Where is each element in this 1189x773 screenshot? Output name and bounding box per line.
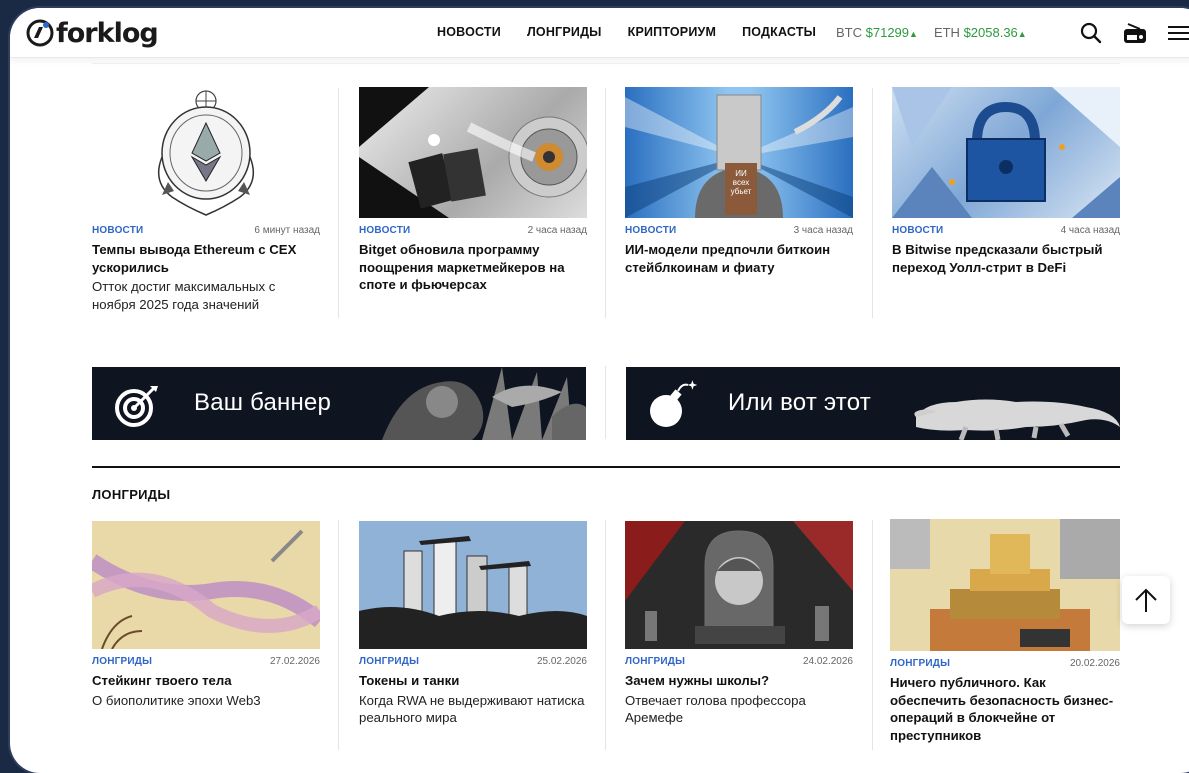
column-divider [605,520,606,750]
column-divider [338,520,339,750]
longread-card[interactable]: ЛОНГРИДЫ 25.02.2026 Токены и танки Когда… [359,521,587,727]
news-title[interactable]: ИИ-модели предпочли биткоин стейблкоинам… [625,241,853,276]
ai-sign: ИИ всех убьет [730,169,752,196]
nav-podcasts[interactable]: ПОДКАСТЫ [742,25,816,39]
timestamp: 3 часа назад [793,224,853,236]
news-card[interactable]: НОВОСТИ 2 часа назад Bitget обновила про… [359,87,587,294]
longread-image-tanks[interactable] [359,521,587,649]
category-label[interactable]: НОВОСТИ [625,225,676,236]
eth-ticker[interactable]: ETH $2058.36▲ [934,25,1027,40]
news-image-bitwise[interactable] [892,87,1120,218]
column-divider [605,366,606,439]
btc-ticker[interactable]: BTC $71299▲ [836,25,918,40]
timestamp: 6 минут назад [254,224,320,236]
scroll-to-top-button[interactable] [1122,576,1170,624]
banner-art [382,367,586,440]
longread-title[interactable]: Ничего публичного. Как обеспечить безопа… [890,674,1120,744]
price-tickers: BTC $71299▲ ETH $2058.36▲ [836,25,1043,40]
ad-banner[interactable]: Ваш баннер [92,367,586,440]
category-label[interactable]: НОВОСТИ [892,225,943,236]
category-label[interactable]: ЛОНГРИДЫ [359,656,419,667]
longread-title[interactable]: Токены и танки [359,672,587,690]
ticker-symbol: ETH [933,25,960,40]
arrow-up-icon: ▲ [909,29,918,39]
news-title[interactable]: Bitget обновила программу поощрения марк… [359,241,587,294]
news-image-ethereum[interactable] [92,87,320,218]
radio-icon[interactable] [1122,20,1148,46]
ticker-price: $2058.36 [963,25,1018,40]
menu-icon[interactable] [1166,20,1189,46]
logo-text: forklog [56,17,159,49]
bomb-icon [650,380,698,427]
longread-title[interactable]: Зачем нужны школы? [625,672,853,690]
section-title-longreads[interactable]: ЛОНГРИДЫ [92,487,170,502]
longread-subtitle: О биополитике эпохи Web3 [92,692,261,708]
longread-image-professor[interactable] [625,521,853,649]
browser-frame: forklog НОВОСТИ ЛОНГРИДЫ КРИПТОРИУМ ПОДК… [10,8,1189,773]
search-icon[interactable] [1078,20,1104,46]
timestamp: 4 часа назад [1060,224,1120,236]
longread-image-dna[interactable] [92,521,320,649]
news-image-bitget[interactable] [359,87,587,218]
column-divider [605,88,606,318]
logo-icon [26,19,54,47]
site-header: forklog НОВОСТИ ЛОНГРИДЫ КРИПТОРИУМ ПОДК… [10,8,1189,58]
date: 27.02.2026 [269,655,320,667]
longread-card[interactable]: ЛОНГРИДЫ 27.02.2026 Стейкинг твоего тела… [92,521,320,709]
column-divider [872,88,873,318]
news-title[interactable]: В Bitwise предсказали быстрый переход Уо… [892,241,1120,276]
column-divider [338,88,339,318]
section-divider [92,466,1120,468]
main-nav: НОВОСТИ ЛОНГРИДЫ КРИПТОРИУМ ПОДКАСТЫ [437,25,842,39]
news-card[interactable]: НОВОСТИ 6 минут назад Темпы вывода Ether… [92,87,320,313]
longread-card[interactable]: ЛОНГРИДЫ 24.02.2026 Зачем нужны школы? О… [625,521,853,727]
date: 25.02.2026 [536,655,587,667]
category-label[interactable]: ЛОНГРИДЫ [625,656,685,667]
category-label[interactable]: НОВОСТИ [359,225,410,236]
longread-subtitle: Когда RWA не выдерживают натиска реально… [359,692,585,726]
date: 20.02.2026 [1069,657,1120,669]
news-subtitle: Отток достиг максимальных с ноября 2025 … [92,279,276,312]
news-title[interactable]: Темпы вывода Ethereum с CEX ускорились [92,241,320,276]
banner-text: Или вот этот [728,389,871,416]
news-card[interactable]: ИИ всех убьет НОВОСТИ 3 часа назад ИИ-мо… [625,87,853,276]
ticker-symbol: BTC [836,25,862,40]
site-logo[interactable]: forklog [26,17,159,49]
arrow-up-icon [1135,588,1157,612]
longread-image-gold[interactable] [890,519,1120,651]
longread-title[interactable]: Стейкинг твоего тела [92,672,320,690]
category-label[interactable]: ЛОНГРИДЫ [890,658,950,669]
timestamp: 2 часа назад [527,224,587,236]
divider [92,63,1120,64]
category-label[interactable]: ЛОНГРИДЫ [92,656,152,667]
news-card[interactable]: НОВОСТИ 4 часа назад В Bitwise предсказа… [892,87,1120,276]
news-image-ai[interactable]: ИИ всех убьет [625,87,853,218]
banner-art [914,399,1120,440]
target-icon [115,386,158,427]
longread-card[interactable]: ЛОНГРИДЫ 20.02.2026 Ничего публичного. К… [890,519,1120,744]
ad-banner[interactable]: Или вот этот [626,367,1120,440]
nav-cryptorium[interactable]: КРИПТОРИУМ [628,25,717,39]
banner-text: Ваш баннер [194,389,332,416]
arrow-up-icon: ▲ [1017,29,1027,39]
ticker-price: $71299 [865,25,910,40]
category-label[interactable]: НОВОСТИ [92,225,143,236]
nav-longreads[interactable]: ЛОНГРИДЫ [527,25,602,39]
date: 24.02.2026 [802,655,853,667]
column-divider [872,520,873,750]
nav-news[interactable]: НОВОСТИ [437,25,501,39]
longread-subtitle: Отвечает голова профессора Аремефе [625,692,806,726]
